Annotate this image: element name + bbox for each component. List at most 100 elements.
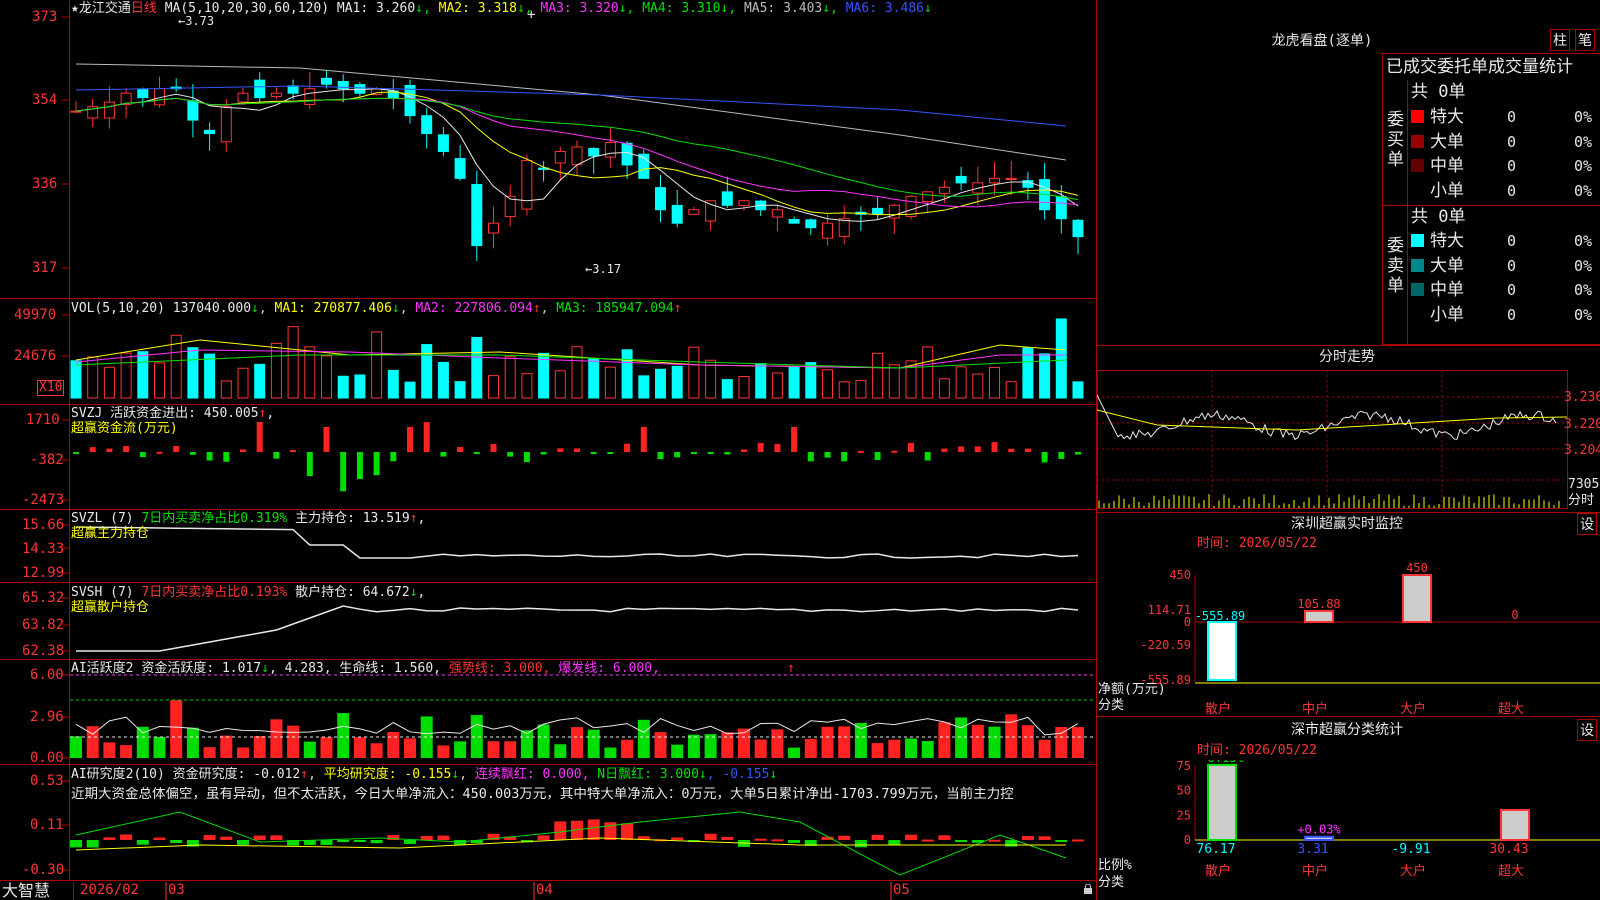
bar-view-button[interactable]: 柱	[1550, 29, 1570, 51]
row-name: 中单	[1430, 280, 1464, 300]
ai-research-bar	[103, 837, 116, 840]
candle-body	[872, 207, 884, 215]
svzj-name: 超赢资金流(万元)	[71, 421, 178, 436]
volume-bar	[588, 358, 600, 399]
volume-bar	[120, 352, 132, 399]
sz-class-bar-label: 30.43	[1489, 842, 1528, 857]
ai2-activity: 资金活跃度: 1.017	[141, 661, 262, 676]
ai-research-bar	[754, 838, 767, 841]
volume-bar	[938, 378, 950, 399]
ai2-burst-line: 爆发线: 6.000,	[558, 661, 660, 676]
volume-bar	[154, 362, 165, 399]
ai-research-bar	[70, 840, 82, 848]
volume-bar	[504, 356, 516, 399]
sz-class-settings-button[interactable]: 设	[1577, 719, 1597, 741]
row-count: 0	[1507, 305, 1517, 324]
ai-research-bar	[854, 840, 867, 848]
ai2-values: , 4.283, 生命线: 1.560,	[268, 661, 441, 676]
volume-bar	[337, 375, 349, 399]
svzl-line	[75, 526, 1079, 559]
row-pct: 0%	[1574, 305, 1593, 324]
volume-bar	[554, 370, 566, 399]
volume-bar	[87, 356, 99, 399]
ai-research-bar	[905, 834, 917, 840]
chart-area[interactable]: 373 354 336 317 49970 24676 X10 1710 -38…	[0, 0, 1097, 900]
period-label[interactable]: 日线	[131, 1, 157, 16]
candle-body	[688, 209, 700, 215]
ytick: 63.82	[22, 617, 65, 633]
ai-research-bar	[170, 840, 183, 843]
ytick: 2.96	[30, 709, 64, 725]
ai2-bar	[404, 738, 416, 758]
svzj-bar	[891, 450, 898, 453]
svzj-bar	[173, 446, 180, 452]
arrow-up-icon: ↑	[532, 301, 541, 316]
volume-stat-row: 大单 0 0%	[1097, 255, 1600, 277]
kline-chart[interactable]	[0, 0, 1097, 900]
sz-monitor-settings-button[interactable]: 设	[1577, 513, 1597, 535]
lock-icon[interactable]	[1083, 884, 1093, 895]
row-count: 0	[1507, 108, 1517, 126]
arrow-down-icon: ↓,	[415, 1, 439, 16]
sz-class-chart: 75 50 25 0 -0.13% 76.17 散户 +0.03% 3.31 中户 -9.91 大户 3…	[1177, 760, 1600, 879]
volume-bar	[872, 352, 884, 399]
svzj-bar	[774, 444, 781, 452]
volume-bar	[688, 346, 700, 399]
svsh-line	[76, 605, 1079, 652]
ai-research-header: AI研究度2(10) 资金研究度: -0.012↑, 平均研究度: -0.155…	[71, 767, 778, 782]
volume-bar	[1055, 318, 1067, 399]
ai2-bar	[754, 739, 767, 758]
ytick: 0.00	[30, 750, 64, 766]
svzj-bar	[256, 422, 263, 452]
ai2-bar	[971, 724, 984, 758]
sz-monitor-bar	[1207, 621, 1237, 682]
candle-body	[454, 158, 466, 179]
svzj-bar	[857, 450, 864, 453]
fenshi-chart[interactable]	[1097, 370, 1600, 510]
volume-bar	[270, 342, 282, 399]
volume-bar	[454, 381, 466, 399]
volume-bar	[972, 373, 984, 399]
volume-bar	[922, 346, 934, 399]
svzj-bar	[624, 443, 631, 452]
candle-body	[705, 200, 717, 222]
ai-research-bar	[888, 840, 901, 846]
ai2-bar	[955, 717, 968, 758]
arrow-down-icon: ↓	[251, 301, 259, 316]
candle-body	[571, 146, 583, 166]
ai2-bar	[487, 741, 500, 758]
svzl-name: 超赢主力持仓	[71, 526, 150, 541]
sz-class-ytick: 75	[1177, 760, 1191, 773]
ytick: 14.33	[22, 541, 65, 557]
ytick: 373	[32, 9, 58, 25]
arrow-down-icon: ↓	[769, 767, 778, 782]
volume-bar	[1005, 381, 1017, 399]
ai2-bar	[1055, 726, 1068, 758]
svzl-ratio: 7日内买卖净占比0.319%	[141, 511, 288, 526]
ai-research-bar	[1055, 840, 1068, 842]
ai2-bar	[988, 726, 1001, 758]
ai-research-bar	[1005, 840, 1018, 847]
svsh-line	[76, 605, 1079, 652]
tick-view-button[interactable]: 笔	[1575, 29, 1595, 51]
svzj-bar	[741, 449, 747, 452]
ai-activity-bars	[70, 700, 1084, 758]
svzj-bar	[1075, 452, 1081, 455]
svzj-bar	[306, 452, 313, 477]
favorite-star-icon[interactable]: ★	[71, 1, 79, 16]
ai2-bar	[520, 730, 533, 758]
candle-body	[838, 218, 850, 237]
ai-research-bar	[721, 836, 734, 840]
candle-body	[254, 79, 266, 99]
volume-stat-row: 中单 0 0%	[1097, 279, 1600, 301]
svzj-bar	[590, 452, 597, 454]
volume-bar	[671, 365, 683, 399]
volume-bar	[838, 381, 850, 399]
legend-swatch	[1411, 307, 1424, 321]
svzj-bar	[106, 448, 113, 452]
svzj-bar	[290, 450, 297, 453]
ma-value-1: MA1: 3.260	[336, 1, 416, 16]
candle-body	[604, 142, 616, 158]
sz-monitor-xlabel: 分类	[1098, 698, 1125, 713]
sz-class-bar	[1500, 808, 1530, 842]
